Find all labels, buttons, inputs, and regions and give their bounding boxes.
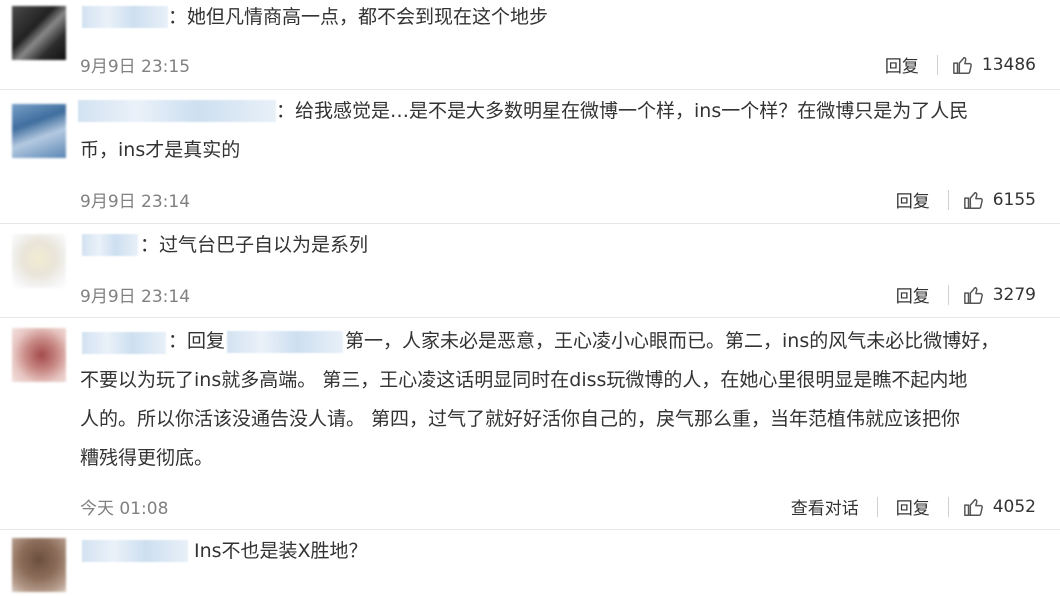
avatar[interactable] [12,234,66,288]
comment-actions: 回复 6155 [892,187,1036,212]
thumbs-up-icon[interactable] [963,189,985,211]
username[interactable] [82,540,188,562]
avatar[interactable] [12,538,66,592]
separator [936,54,938,75]
avatar[interactable] [12,328,66,382]
comment-item: ：她但凡情商高一点，都不会到现在这个地步 9月9日 23:15 回复 13486 [0,0,1060,88]
avatar[interactable] [12,104,66,158]
comment-time: 9月9日 23:14 [80,287,191,307]
comment-item: Ins不也是装X胜地？ [0,530,1060,596]
comment-time: 9月9日 23:14 [80,192,191,212]
comment-actions: 回复 13486 [881,52,1036,77]
reply-button[interactable]: 回复 [881,52,923,77]
thumbs-up-icon[interactable] [963,284,985,306]
separator [947,189,949,210]
comment-item: ：过气台巴子自以为是系列 9月9日 23:14 回复 3279 [0,224,1060,316]
like-count: 6155 [992,189,1036,210]
reply-button[interactable]: 回复 [892,187,934,212]
like-count: 4052 [992,496,1036,517]
comment-time: 今天 01:08 [80,499,169,519]
comment-actions: 回复 3279 [892,282,1036,307]
username[interactable] [82,6,168,28]
separator [876,496,878,517]
thumbs-up-icon[interactable] [963,496,985,518]
reply-button[interactable]: 回复 [892,494,934,519]
separator [947,496,949,517]
comment-text: ：过气台巴子自以为是系列 [140,234,369,256]
view-conversation-button[interactable]: 查看对话 [787,494,863,519]
comment-actions: 查看对话 回复 4052 [787,494,1036,519]
like-count: 3279 [992,284,1036,305]
mentioned-username[interactable] [227,330,344,353]
avatar[interactable] [12,6,66,60]
comment-time: 9月9日 23:15 [80,57,191,77]
reply-button[interactable]: 回复 [892,282,934,307]
comment-text: Ins不也是装X胜地？ [194,540,368,562]
comment-item: ：给我感觉是…是不是大多数明星在微博一个样，ins一个样？在微博只是为了人民 币… [0,90,1060,222]
comment-text: ：她但凡情商高一点，都不会到现在这个地步 [168,6,549,28]
comment-text: ：回复 第一，人家未必是恶意，王心凌小心眼而已。第二，ins的风气未必比微博好，… [80,330,1000,469]
separator [947,284,949,305]
username[interactable] [82,234,138,256]
like-count: 13486 [981,54,1036,75]
thumbs-up-icon[interactable] [952,54,974,76]
comment-text: ：给我感觉是…是不是大多数明星在微博一个样，ins一个样？在微博只是为了人民 币… [80,100,969,161]
comment-item: ：回复 第一，人家未必是恶意，王心凌小心眼而已。第二，ins的风气未必比微博好，… [0,318,1060,528]
